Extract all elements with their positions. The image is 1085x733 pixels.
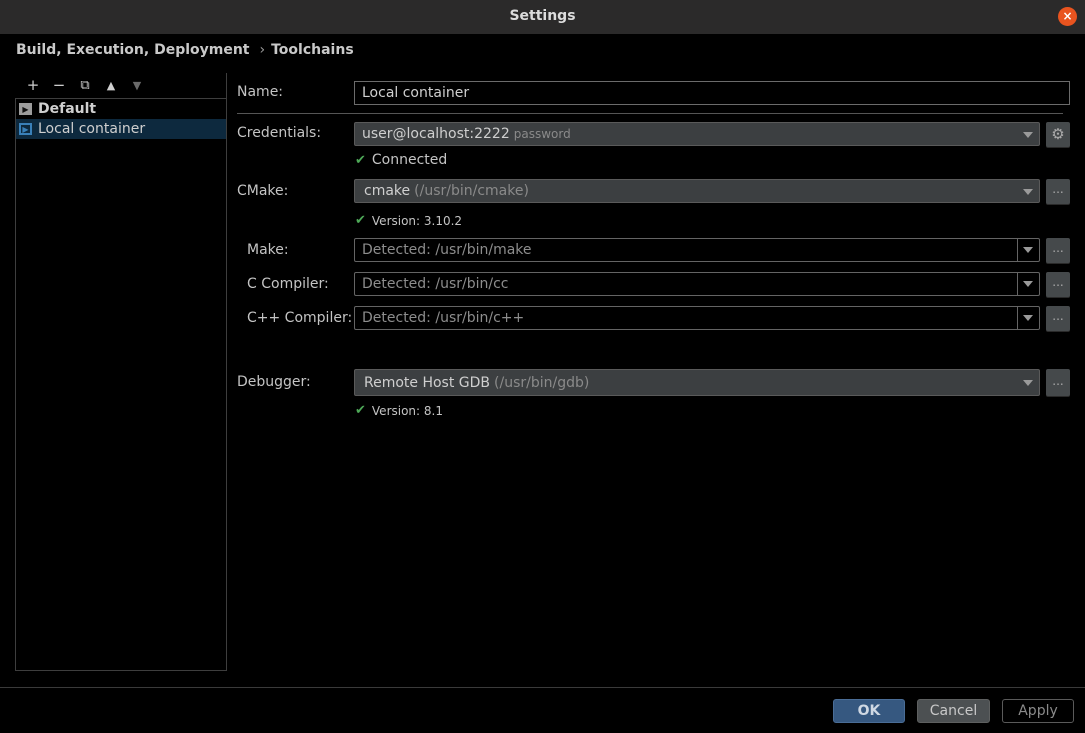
gear-icon[interactable]: ⚙: [1046, 122, 1070, 147]
credentials-status: ✔ Connected: [355, 152, 447, 168]
chevron-down-icon: [1023, 380, 1033, 386]
cancel-button[interactable]: Cancel: [917, 699, 990, 723]
container-toolchain-icon: ▶: [19, 123, 32, 135]
ok-button[interactable]: OK: [833, 699, 905, 723]
credentials-status-text: Connected: [371, 152, 448, 168]
toolchain-item-default[interactable]: ▶ Default: [16, 99, 227, 119]
toolchain-item-label: Default: [38, 101, 97, 117]
name-input[interactable]: Local container: [354, 81, 1070, 105]
name-label: Name:: [237, 84, 284, 100]
copy-icon[interactable]: ⧉: [72, 76, 98, 94]
apply-button[interactable]: Apply: [1002, 699, 1074, 723]
debugger-status-text: Version: 8.1: [371, 403, 443, 418]
toolchain-item-local-container[interactable]: ▶ Local container: [16, 119, 227, 139]
c-compiler-combobox[interactable]: Detected: /usr/bin/cc: [354, 272, 1040, 296]
credentials-dropdown[interactable]: user@localhost:2222 password: [354, 122, 1040, 146]
check-icon: ✔: [355, 213, 366, 228]
chevron-down-icon: [1023, 315, 1033, 321]
cmake-status: ✔ Version: 3.10.2: [355, 213, 462, 228]
debugger-value: Remote Host GDB: [364, 374, 491, 391]
cmake-path: (/usr/bin/cmake): [414, 183, 529, 199]
cmake-browse-button[interactable]: ...: [1046, 179, 1070, 204]
cpp-compiler-value: Detected: /usr/bin/c++: [362, 310, 525, 326]
chevron-down-icon: [1023, 189, 1033, 195]
chevron-down-icon: [1023, 247, 1033, 253]
chevron-down-icon: [1023, 132, 1033, 138]
footer-separator: [0, 687, 1085, 688]
window-title: Settings: [509, 8, 576, 24]
make-value: Detected: /usr/bin/make: [362, 242, 532, 258]
check-icon: ✔: [355, 403, 366, 418]
cpp-compiler-label: C++ Compiler:: [247, 310, 353, 326]
credentials-value: user@localhost:2222: [362, 126, 510, 142]
breadcrumb-parent[interactable]: Build, Execution, Deployment: [16, 42, 250, 58]
credentials-label: Credentials:: [237, 125, 322, 141]
c-compiler-value: Detected: /usr/bin/cc: [362, 276, 509, 292]
remove-icon[interactable]: −: [46, 76, 72, 94]
check-icon: ✔: [355, 152, 366, 168]
cmake-value: cmake: [364, 183, 411, 199]
debugger-dropdown[interactable]: Remote Host GDB (/usr/bin/gdb): [354, 369, 1040, 396]
title-bar: Settings ×: [0, 0, 1085, 34]
panel-divider[interactable]: [226, 73, 227, 671]
cpp-compiler-browse-button[interactable]: ...: [1046, 306, 1070, 331]
add-icon[interactable]: +: [20, 76, 46, 94]
cpp-compiler-combobox[interactable]: Detected: /usr/bin/c++: [354, 306, 1040, 330]
move-up-icon[interactable]: ▲: [98, 76, 124, 94]
credentials-hint: password: [513, 127, 571, 141]
close-icon[interactable]: ×: [1058, 7, 1077, 26]
debugger-label: Debugger:: [237, 374, 311, 390]
c-compiler-dropdown-toggle[interactable]: [1017, 273, 1039, 295]
toolchain-item-label: Local container: [38, 121, 146, 137]
cmake-dropdown[interactable]: cmake (/usr/bin/cmake): [354, 179, 1040, 203]
chevron-down-icon: [1023, 281, 1033, 287]
toolchain-toolbar: + − ⧉ ▲ ▼: [20, 76, 150, 94]
toolchain-list: ▶ Default ▶ Local container: [15, 98, 227, 671]
cpp-compiler-dropdown-toggle[interactable]: [1017, 307, 1039, 329]
debugger-path: (/usr/bin/gdb): [494, 374, 590, 391]
debugger-browse-button[interactable]: ...: [1046, 369, 1070, 396]
toolchain-icon: ▶: [19, 103, 32, 115]
make-dropdown-toggle[interactable]: [1017, 239, 1039, 261]
move-down-icon[interactable]: ▼: [124, 76, 150, 94]
debugger-status: ✔ Version: 8.1: [355, 403, 443, 418]
cmake-label: CMake:: [237, 183, 289, 199]
breadcrumb-separator-icon: ›: [259, 42, 266, 58]
c-compiler-label: C Compiler:: [247, 276, 329, 292]
breadcrumb-current: Toolchains: [271, 42, 354, 58]
separator: [237, 113, 1063, 114]
make-browse-button[interactable]: ...: [1046, 238, 1070, 263]
c-compiler-browse-button[interactable]: ...: [1046, 272, 1070, 297]
make-combobox[interactable]: Detected: /usr/bin/make: [354, 238, 1040, 262]
cmake-status-text: Version: 3.10.2: [371, 213, 463, 228]
make-label: Make:: [247, 242, 289, 258]
breadcrumb: Build, Execution, Deployment › Toolchains: [16, 42, 354, 58]
